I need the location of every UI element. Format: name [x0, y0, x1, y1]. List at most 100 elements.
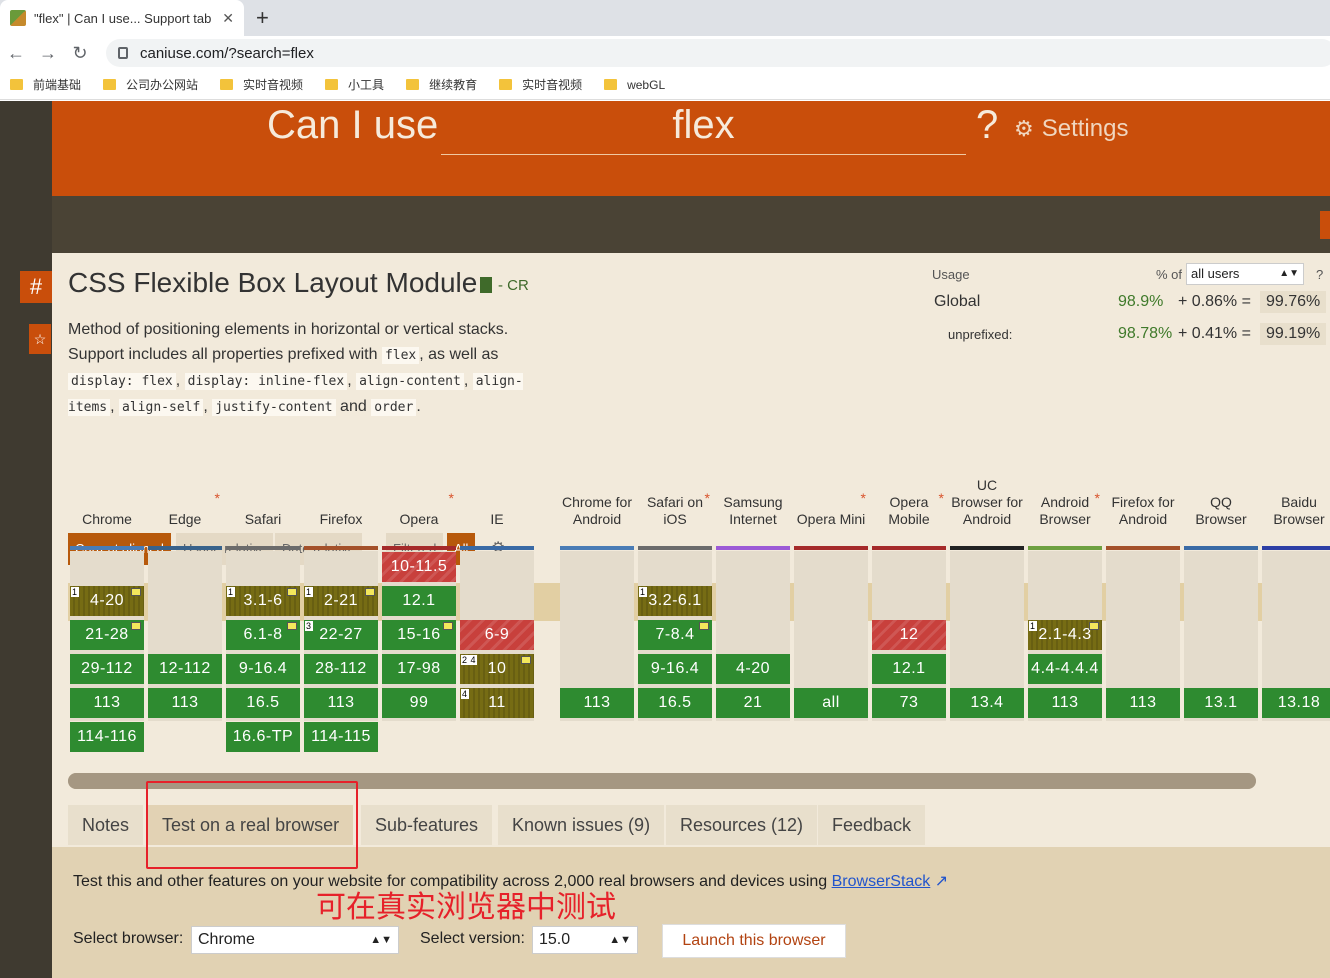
browserstack-link[interactable]: BrowserStack	[832, 873, 931, 890]
folder-icon	[325, 79, 339, 90]
support-cell[interactable]: 113	[304, 688, 378, 718]
browser-header[interactable]: Baidu Browser	[1262, 464, 1330, 536]
support-cell[interactable]: all	[794, 688, 868, 718]
support-cell[interactable]: 6-9	[460, 620, 534, 650]
support-cell[interactable]: 73	[872, 688, 946, 718]
support-cell[interactable]: 114-116	[70, 722, 144, 752]
tab-feedback[interactable]: Feedback	[818, 805, 926, 845]
support-cell[interactable]: 4-20	[716, 654, 790, 684]
browser-header[interactable]: Opera Mobile *	[872, 464, 946, 536]
support-cell[interactable]: 6.1-8	[226, 620, 300, 650]
anchor-link-icon[interactable]: #	[20, 271, 52, 303]
close-icon[interactable]: ✕	[222, 10, 234, 27]
support-cell[interactable]: 21-28	[70, 620, 144, 650]
support-cell[interactable]: 2-21 1	[304, 586, 378, 616]
spec-status[interactable]: - CR	[498, 277, 529, 294]
support-cell[interactable]: 3.2-6.1 1	[638, 586, 712, 616]
forward-icon[interactable]: →	[32, 43, 64, 64]
support-cell[interactable]: 12-112	[148, 654, 222, 684]
document-icon[interactable]	[480, 277, 492, 293]
star-icon[interactable]: ☆	[29, 324, 51, 354]
tab-sub-features[interactable]: Sub-features	[361, 805, 493, 845]
version-label: 4-20	[89, 592, 125, 609]
support-cell[interactable]: 28-112	[304, 654, 378, 684]
select-arrow-icon: ▲▼	[370, 934, 392, 946]
browser-header[interactable]: Chrome	[70, 464, 144, 536]
browser-header[interactable]: Edge *	[148, 464, 222, 536]
support-cell[interactable]: 10-11.5	[382, 552, 456, 582]
support-cell[interactable]: 9-16.4	[226, 654, 300, 684]
browser-header[interactable]: Safari	[226, 464, 300, 536]
support-cell[interactable]: 113	[148, 688, 222, 718]
tab-resources[interactable]: Resources (12)	[666, 805, 818, 845]
browser-header[interactable]: Opera Mini *	[794, 464, 868, 536]
strip-toggle[interactable]	[1320, 211, 1330, 239]
support-cell[interactable]: 12	[872, 620, 946, 650]
support-cell[interactable]: 113	[1028, 688, 1102, 718]
browser-header[interactable]: IE	[460, 464, 534, 536]
back-icon[interactable]: ←	[0, 43, 32, 64]
support-cell[interactable]: 3.1-6 1	[226, 586, 300, 616]
support-cell[interactable]: 17-98	[382, 654, 456, 684]
browser-header[interactable]: Firefox for Android	[1106, 464, 1180, 536]
support-cell[interactable]: 16.6-TP	[226, 722, 300, 752]
version-select[interactable]: 15.0 ▲▼	[532, 926, 638, 954]
support-cell[interactable]: 21	[716, 688, 790, 718]
support-cell[interactable]: 13.4	[950, 688, 1024, 718]
support-cell[interactable]: 99	[382, 688, 456, 718]
tab-notes[interactable]: Notes	[68, 805, 144, 845]
reload-icon[interactable]: ↻	[64, 43, 96, 64]
prefix-flag-icon	[131, 622, 141, 630]
browser-header[interactable]: Android Browser *	[1028, 464, 1102, 536]
support-cell[interactable]: 29-112	[70, 654, 144, 684]
bookmark-item[interactable]: 前端基础	[10, 76, 81, 93]
support-cell[interactable]: 13.1	[1184, 688, 1258, 718]
browser-select[interactable]: Chrome ▲▼	[191, 926, 399, 954]
support-cell[interactable]: 16.5	[638, 688, 712, 718]
browser-header[interactable]: Firefox	[304, 464, 378, 536]
launch-browser-button[interactable]: Launch this browser	[662, 924, 846, 958]
usage-help[interactable]: ?	[1316, 267, 1323, 282]
tab-known-issues[interactable]: Known issues (9)	[498, 805, 665, 845]
browser-header[interactable]: Samsung Internet	[716, 464, 790, 536]
support-cell[interactable]: 12.1	[382, 586, 456, 616]
code-order: order	[371, 399, 417, 416]
browser-header[interactable]: Safari on iOS *	[638, 464, 712, 536]
support-cell[interactable]: 12.1	[872, 654, 946, 684]
browser-header[interactable]: Chrome for Android	[560, 464, 634, 536]
support-cell[interactable]: 7-8.4	[638, 620, 712, 650]
support-cell[interactable]: 15-16	[382, 620, 456, 650]
bookmark-item[interactable]: 继续教育	[406, 76, 477, 93]
support-cell[interactable]: 114-115	[304, 722, 378, 752]
browser-tab[interactable]: "flex" | Can I use... Support tab ✕	[0, 0, 244, 36]
support-cell[interactable]: 113	[560, 688, 634, 718]
support-cell[interactable]: 16.5	[226, 688, 300, 718]
external-link-icon[interactable]: ↗	[930, 873, 948, 890]
support-cell[interactable]: 4-20 1	[70, 586, 144, 616]
bookmark-item[interactable]: 实时音视频	[499, 76, 582, 93]
support-cell[interactable]: 2.1-4.3 1	[1028, 620, 1102, 650]
bookmark-item[interactable]: 实时音视频	[220, 76, 303, 93]
users-select[interactable]: all users ▲▼	[1186, 263, 1304, 285]
browser-header[interactable]: QQ Browser	[1184, 464, 1258, 536]
bookmark-item[interactable]: webGL	[604, 78, 665, 92]
address-bar[interactable]: caniuse.com/?search=flex	[106, 39, 1330, 67]
version-label: 16.6-TP	[232, 728, 294, 745]
support-cell[interactable]: 13.18	[1262, 688, 1330, 718]
browser-header[interactable]: Opera *	[382, 464, 456, 536]
support-cell[interactable]: 113	[1106, 688, 1180, 718]
search-input[interactable]: flex	[441, 103, 966, 155]
support-cell[interactable]: 22-27 3	[304, 620, 378, 650]
support-cell[interactable]: 4.4-4.4.4	[1028, 654, 1102, 684]
bookmark-item[interactable]: 小工具	[325, 76, 384, 93]
bookmark-item[interactable]: 公司办公网站	[103, 76, 198, 93]
new-tab-button[interactable]: +	[256, 5, 269, 31]
support-cell[interactable]: 9-16.4	[638, 654, 712, 684]
support-cell[interactable]: 10 2 4	[460, 654, 534, 684]
caniuse-logo-text[interactable]: Can I use	[267, 103, 438, 148]
support-cell[interactable]: 11 4	[460, 688, 534, 718]
browser-header[interactable]: UC Browser for Android	[950, 464, 1024, 536]
version-label: 16.5	[246, 694, 280, 711]
settings-button[interactable]: ⚙ Settings	[1014, 115, 1128, 143]
support-cell[interactable]: 113	[70, 688, 144, 718]
